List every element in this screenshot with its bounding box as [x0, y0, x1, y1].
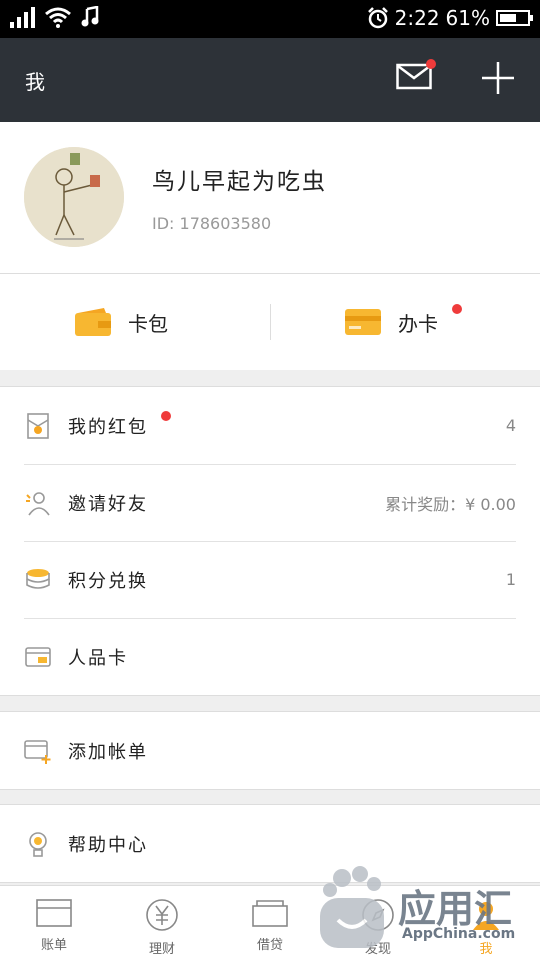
tab-loans[interactable]: 借贷 — [216, 886, 324, 960]
lightbulb-icon — [29, 831, 47, 857]
messages-button[interactable] — [396, 59, 436, 90]
tab-finance[interactable]: 理财 — [108, 886, 216, 960]
battery-percent: 61% — [445, 6, 490, 30]
tab-label: 借贷 — [256, 938, 283, 953]
status-bar: 2:22 61% — [0, 0, 540, 38]
avatar[interactable] — [24, 147, 124, 247]
watermark-text: 应用汇 — [398, 887, 513, 931]
menu-group-bills: 添加帐单 — [0, 711, 540, 790]
bill-icon — [36, 899, 72, 927]
wifi-icon — [45, 7, 71, 28]
menu-item-label: 添加帐单 — [68, 741, 148, 763]
divider — [270, 304, 271, 340]
watermark-subtext: AppChina.com — [402, 926, 516, 942]
menu-item-rp-card[interactable]: 人品卡 — [0, 618, 540, 695]
appchina-logo — [320, 866, 384, 948]
apply-card-button[interactable]: 办卡 — [344, 274, 462, 370]
profile-card[interactable]: 鸟儿早起为吃虫 ID: 178603580 — [0, 122, 540, 274]
points-count: 1 — [505, 570, 516, 589]
tab-label: 账单 — [40, 938, 67, 953]
menu-item-red-packet[interactable]: 我的红包 4 — [0, 387, 540, 464]
invite-friend-icon — [26, 491, 50, 515]
apply-card-label: 办卡 — [398, 311, 438, 336]
appchina-watermark: 应用汇 AppChina.com — [312, 862, 534, 952]
alarm-clock-icon — [367, 7, 388, 29]
invite-reward-total: 累计奖励：¥ 0.00 — [385, 494, 516, 514]
menu-item-points-exchange[interactable]: 积分兑换 1 — [0, 541, 540, 618]
nickname: 鸟儿早起为吃虫 — [152, 169, 327, 195]
nav-bar: 我 — [0, 38, 540, 122]
quick-actions: 卡包 办卡 — [0, 274, 540, 370]
battery-icon — [496, 10, 533, 26]
red-packet-badge — [161, 411, 171, 421]
user-id: ID: 178603580 — [152, 214, 272, 233]
add-bill-icon — [24, 739, 51, 764]
yuan-icon — [146, 899, 178, 931]
menu-item-label: 人品卡 — [68, 647, 128, 669]
status-time: 2:22 — [394, 6, 440, 30]
card-wallet-button[interactable]: 卡包 — [74, 274, 168, 370]
menu-item-invite-friends[interactable]: 邀请好友 累计奖励：¥ 0.00 — [0, 464, 540, 541]
wallet-icon — [75, 308, 111, 336]
red-packet-count: 4 — [505, 416, 516, 435]
add-button[interactable] — [480, 60, 516, 96]
tab-bills[interactable]: 账单 — [0, 886, 108, 960]
menu-item-label: 积分兑换 — [68, 570, 148, 592]
apply-card-badge — [452, 304, 462, 314]
rp-card-icon — [25, 646, 51, 667]
menu-item-label: 帮助中心 — [68, 834, 148, 856]
loan-icon — [252, 900, 288, 927]
coins-icon — [26, 568, 50, 589]
menu-item-add-bill[interactable]: 添加帐单 — [0, 712, 540, 789]
plus-icon — [482, 62, 514, 94]
unread-badge — [426, 59, 436, 69]
card-wallet-label: 卡包 — [128, 311, 168, 336]
card-icon — [345, 309, 381, 335]
signal-icon — [10, 6, 35, 28]
page-title: 我 — [25, 70, 45, 94]
music-note-icon — [81, 6, 99, 27]
red-packet-icon — [27, 412, 49, 439]
tab-label: 理财 — [148, 942, 175, 957]
menu-group-rewards: 我的红包 4 邀请好友 累计奖励：¥ 0.00 积分兑换 1 人品卡 — [0, 386, 540, 696]
menu-item-label: 邀请好友 — [68, 493, 148, 515]
menu-item-label: 我的红包 — [68, 416, 148, 438]
